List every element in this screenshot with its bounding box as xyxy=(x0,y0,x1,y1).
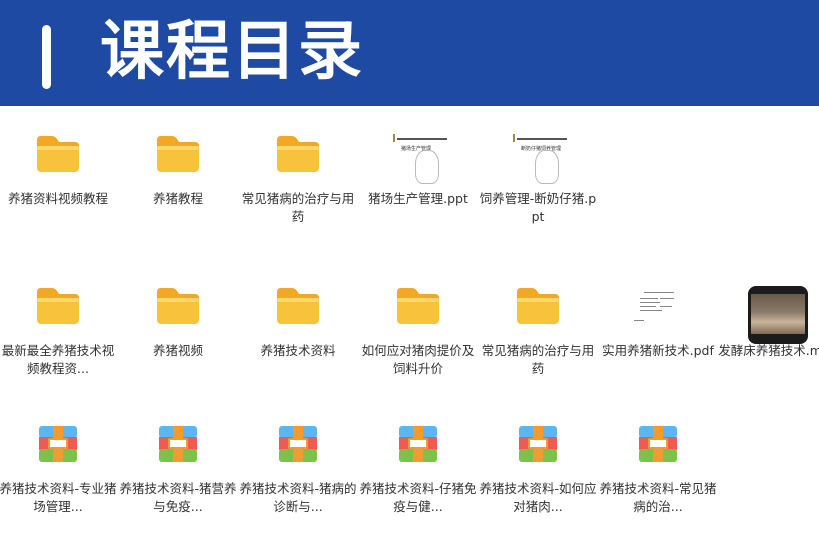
file-name-label: 发酵床养猪技术.mp4 xyxy=(718,343,819,358)
file-item[interactable]: 养猪技术资料-如何应对猪肉... xyxy=(478,0,598,536)
file-name-label: 养猪技术资料-常见猪病的治... xyxy=(599,481,717,514)
file-item[interactable]: 养猪技术资料-专业猪场管理... xyxy=(0,0,118,536)
file-name-label: 养猪技术资料-专业猪场管理... xyxy=(0,481,117,514)
file-item[interactable]: 养猪技术资料-猪营养与免疫... xyxy=(118,0,238,536)
file-name-label: 养猪技术资料-猪营养与免疫... xyxy=(119,481,237,514)
file-item[interactable]: 养猪技术资料-常见猪病的治... xyxy=(598,0,718,536)
file-item[interactable]: 发酵床养猪技术.mp4 xyxy=(718,0,819,536)
file-item[interactable]: 养猪技术资料-仔猪免疫与健... xyxy=(358,0,478,536)
archive-icon xyxy=(38,424,78,464)
file-name-label: 养猪技术资料-仔猪免疫与健... xyxy=(359,481,477,514)
archive-icon xyxy=(158,424,198,464)
video-thumbnail-icon xyxy=(748,286,808,344)
archive-icon xyxy=(518,424,558,464)
archive-icon xyxy=(398,424,438,464)
file-name-label: 养猪技术资料-如何应对猪肉... xyxy=(479,481,597,514)
archive-icon xyxy=(638,424,678,464)
file-item[interactable]: 养猪技术资料-猪病的诊断与... xyxy=(238,0,358,536)
file-name-label: 养猪技术资料-猪病的诊断与... xyxy=(239,481,357,514)
archive-icon xyxy=(278,424,318,464)
